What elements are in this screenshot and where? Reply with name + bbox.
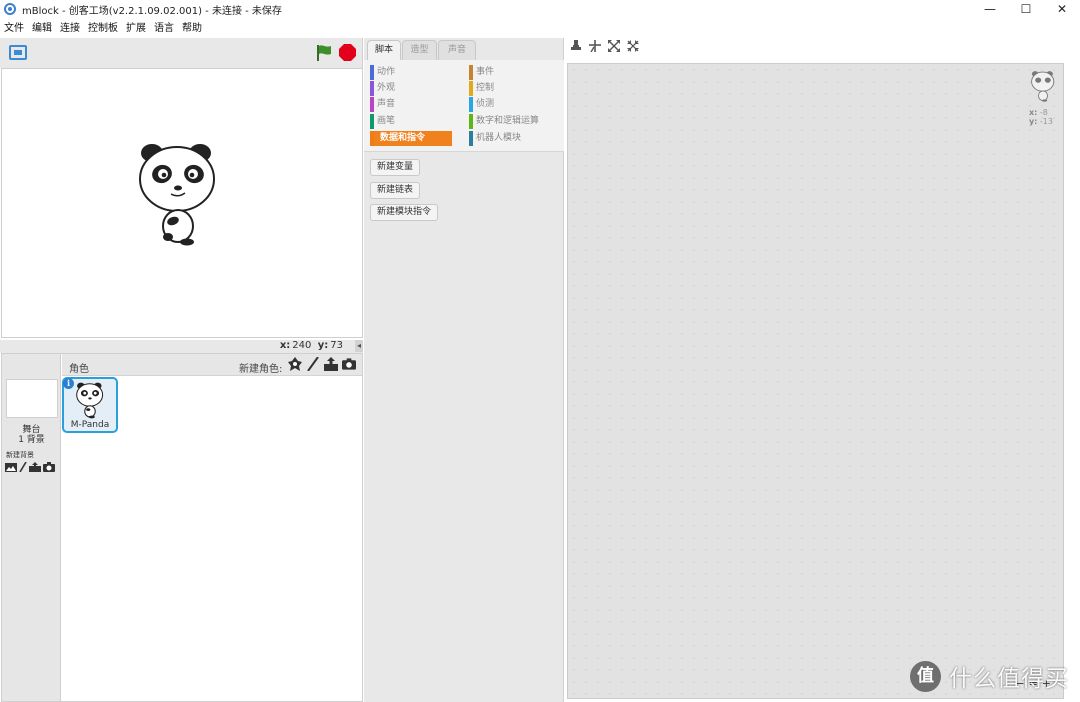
watermark-logo-icon: 值: [910, 660, 941, 692]
mouse-coordinates: x: 240 y: 73: [279, 340, 343, 351]
paint-backdrop-icon[interactable]: [19, 462, 27, 472]
category-color-bar: [469, 65, 473, 80]
camera-sprite-icon[interactable]: [342, 357, 356, 371]
fullscreen-icon[interactable]: [9, 45, 27, 60]
category-looks[interactable]: 外观: [370, 81, 395, 96]
stage-toolbar: [0, 38, 363, 68]
sprites-title: 角色: [69, 364, 89, 375]
category-data-blocks[interactable]: 数据和指令: [370, 131, 452, 146]
blocks-palette-panel: 脚本 造型 声音 动作 事件 外观 控制 声音 侦测 画笔 数字和逻辑运算 数据…: [364, 38, 564, 702]
menu-connect[interactable]: 连接: [60, 19, 80, 34]
upload-sprite-icon[interactable]: [324, 357, 338, 371]
editor-tabs: 脚本 造型 声音: [364, 38, 564, 61]
mblock-app-icon: [4, 3, 16, 15]
menu-language[interactable]: 语言: [154, 19, 174, 34]
new-backdrop-tools: [5, 462, 55, 472]
new-list-button[interactable]: 新建链表: [370, 182, 421, 199]
new-variable-button[interactable]: 新建变量: [370, 159, 421, 176]
category-color-bar: [469, 114, 473, 129]
shrink-tool-icon[interactable]: [627, 40, 639, 52]
watermark-text: 什么值得买: [949, 666, 1069, 692]
new-backdrop-label: 新建背景: [6, 451, 34, 459]
close-button[interactable]: ✕: [1044, 0, 1080, 18]
script-area[interactable]: x: -8 y: -13 − = +: [567, 63, 1064, 699]
category-motion[interactable]: 动作: [370, 65, 395, 80]
block-categories: 动作 事件 外观 控制 声音 侦测 画笔 数字和逻辑运算 数据和指令 机器人模块: [364, 60, 564, 152]
title-bar: mBlock - 创客工场(v2.2.1.09.02.001) - 未连接 - …: [0, 0, 1080, 18]
sprite-info-icon[interactable]: i: [63, 378, 74, 389]
panda-sprite-icon[interactable]: [138, 141, 218, 246]
stop-icon[interactable]: [339, 44, 356, 61]
stage-column: 舞台 1 背景 新建背景: [2, 354, 61, 701]
sprite-position-readout: x: -8 y: -13: [1028, 108, 1053, 126]
category-sound[interactable]: 声音: [370, 97, 395, 112]
current-sprite-icon: [1031, 71, 1055, 102]
menu-edit[interactable]: 编辑: [32, 19, 52, 34]
panda-thumbnail-icon: [76, 382, 104, 419]
camera-backdrop-icon[interactable]: [43, 462, 55, 472]
category-color-bar: [370, 131, 374, 146]
menu-bar: 文件 编辑 连接 控制板 扩展 语言 帮助: [0, 18, 1080, 35]
stage-backdrop-count: 1 背景: [18, 435, 45, 445]
duplicate-tool-icon[interactable]: [570, 40, 582, 52]
backdrop-library-icon[interactable]: [5, 462, 17, 472]
minimize-button[interactable]: —: [972, 0, 1008, 18]
category-color-bar: [370, 97, 374, 112]
sprite-thumbnail-panda[interactable]: i M-Panda: [62, 377, 118, 433]
maximize-button[interactable]: ☐: [1008, 0, 1044, 18]
sprite-name: M-Panda: [70, 420, 110, 430]
menu-board[interactable]: 控制板: [88, 19, 118, 34]
category-color-bar: [469, 81, 473, 96]
window-controls: — ☐ ✕: [972, 0, 1080, 18]
category-color-bar: [370, 114, 374, 129]
stage-thumbnail[interactable]: [6, 379, 58, 418]
sprite-library-icon[interactable]: [288, 357, 302, 371]
category-color-bar: [370, 65, 374, 80]
menu-extensions[interactable]: 扩展: [126, 19, 146, 34]
category-events[interactable]: 事件: [469, 65, 494, 80]
tab-sounds[interactable]: 声音: [438, 40, 476, 60]
upload-backdrop-icon[interactable]: [29, 462, 41, 472]
new-sprite-label: 新建角色:: [239, 364, 283, 375]
sprite-header: 角色 新建角色:: [62, 354, 362, 376]
tab-scripts[interactable]: 脚本: [367, 40, 401, 61]
category-color-bar: [469, 131, 473, 146]
new-sprite-tools: [288, 357, 356, 371]
watermark: 值 什么值得买: [910, 658, 1080, 694]
green-flag-icon[interactable]: [316, 44, 332, 61]
category-color-bar: [370, 81, 374, 96]
delete-tool-icon[interactable]: [589, 40, 601, 52]
stage-canvas[interactable]: [1, 68, 363, 338]
category-control[interactable]: 控制: [469, 81, 494, 96]
sprite-panel: 舞台 1 背景 新建背景 角色 新建角色: i M-Panda: [1, 353, 363, 702]
menu-help[interactable]: 帮助: [182, 19, 202, 34]
category-pen[interactable]: 画笔: [370, 114, 395, 129]
tab-costumes[interactable]: 造型: [402, 40, 437, 60]
category-color-bar: [469, 97, 473, 112]
paint-sprite-icon[interactable]: [306, 357, 320, 371]
category-robots[interactable]: 机器人模块: [469, 131, 521, 146]
stage-coords-bar: x: 240 y: 73 ◂: [0, 340, 363, 353]
category-sensing[interactable]: 侦测: [469, 97, 494, 112]
menu-file[interactable]: 文件: [4, 19, 24, 34]
category-operators[interactable]: 数字和逻辑运算: [469, 114, 539, 129]
collapse-stage-icon[interactable]: ◂: [355, 340, 363, 352]
grow-tool-icon[interactable]: [608, 40, 620, 52]
script-area-tools: [570, 40, 639, 52]
new-block-button[interactable]: 新建模块指令: [370, 204, 439, 221]
window-title: mBlock - 创客工场(v2.2.1.09.02.001) - 未连接 - …: [22, 5, 282, 17]
